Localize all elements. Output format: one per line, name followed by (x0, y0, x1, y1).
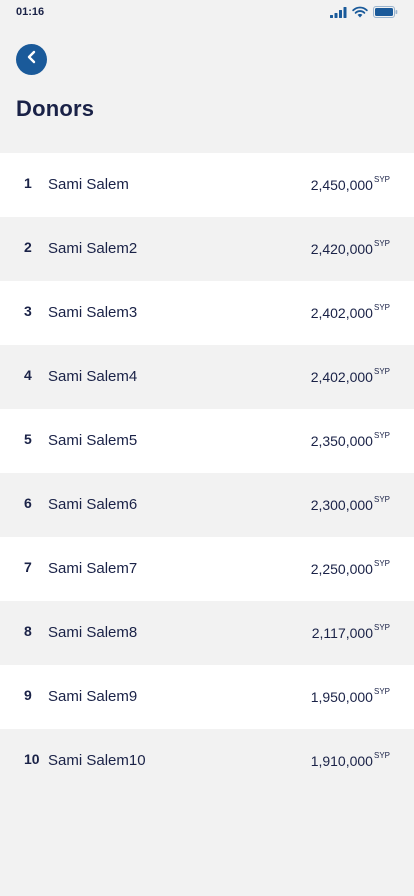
donor-rank: 4 (24, 367, 32, 383)
status-icons (330, 5, 398, 23)
donation-amount: 2,117,000 SYP (312, 623, 390, 641)
donor-row[interactable]: 5 Sami Salem5 2,350,000 SYP (0, 409, 414, 473)
currency-label: SYP (373, 623, 390, 632)
donor-name: Sami Salem6 (48, 496, 138, 513)
status-time: 01:16 (16, 6, 45, 18)
back-button[interactable] (16, 44, 47, 75)
donor-rank: 8 (24, 623, 32, 639)
currency-label: SYP (373, 495, 390, 504)
donor-name: Sami Salem7 (48, 560, 138, 577)
donor-rank: 6 (24, 495, 32, 511)
donor-row[interactable]: 7 Sami Salem7 2,250,000 SYP (0, 537, 414, 601)
donation-amount: 2,250,000 SYP (311, 559, 390, 577)
donation-amount: 2,402,000 SYP (311, 303, 390, 321)
donor-rank: 3 (24, 303, 32, 319)
donor-row[interactable]: 6 Sami Salem6 2,300,000 SYP (0, 473, 414, 537)
donor-name: Sami Salem3 (48, 304, 138, 321)
donor-rank: 5 (24, 431, 32, 447)
donation-amount: 2,350,000 SYP (311, 431, 390, 449)
donor-name: Sami Salem9 (48, 688, 138, 705)
currency-label: SYP (373, 303, 390, 312)
donor-name: Sami Salem4 (48, 368, 138, 385)
donor-name: Sami Salem2 (48, 240, 138, 257)
donor-list: 1 Sami Salem 2,450,000 SYP 2 Sami Salem2 2,420… (0, 153, 414, 793)
donation-amount: 1,910,000 SYP (311, 751, 390, 769)
chevron-left-icon (25, 50, 39, 69)
donor-row[interactable]: 10 Sami Salem10 1,910,000 SYP (0, 729, 414, 793)
amount-value: 2,420,000 (310, 241, 373, 257)
currency-label: SYP (373, 431, 390, 440)
donor-rank: 2 (24, 239, 32, 255)
donor-rank: 7 (24, 559, 32, 575)
amount-value: 2,117,000 (311, 625, 373, 641)
donation-amount: 2,300,000 SYP (311, 495, 390, 513)
donor-row[interactable]: 2 Sami Salem2 2,420,000 SYP (0, 217, 414, 281)
donor-row[interactable]: 1 Sami Salem 2,450,000 SYP (0, 153, 414, 217)
donor-rank: 10 (24, 751, 40, 767)
amount-value: 2,300,000 (310, 497, 373, 513)
donor-name: Sami Salem8 (48, 624, 138, 641)
donor-name: Sami Salem10 (48, 752, 146, 769)
amount-value: 2,402,000 (310, 305, 373, 321)
currency-label: SYP (373, 559, 390, 568)
status-bar: 01:16 (0, 0, 414, 24)
donation-amount: 2,420,000 SYP (311, 239, 390, 257)
amount-value: 2,350,000 (310, 433, 373, 449)
amount-value: 2,402,000 (310, 369, 373, 385)
battery-icon (373, 5, 398, 23)
currency-label: SYP (373, 751, 390, 760)
signal-icon (330, 5, 347, 23)
page-title: Donors (16, 96, 95, 121)
currency-label: SYP (373, 175, 390, 184)
amount-value: 2,450,000 (310, 177, 373, 193)
amount-value: 2,250,000 (310, 561, 373, 577)
donor-name: Sami Salem (48, 176, 129, 193)
donor-row[interactable]: 4 Sami Salem4 2,402,000 SYP (0, 345, 414, 409)
currency-label: SYP (373, 367, 390, 376)
currency-label: SYP (373, 687, 390, 696)
currency-label: SYP (373, 239, 390, 248)
donation-amount: 2,402,000 SYP (311, 367, 390, 385)
donor-row[interactable]: 8 Sami Salem8 2,117,000 SYP (0, 601, 414, 665)
donor-row[interactable]: 9 Sami Salem9 1,950,000 SYP (0, 665, 414, 729)
donor-row[interactable]: 3 Sami Salem3 2,402,000 SYP (0, 281, 414, 345)
donor-rank: 1 (24, 175, 32, 191)
amount-value: 1,910,000 (310, 753, 373, 769)
donation-amount: 2,450,000 SYP (311, 175, 390, 193)
wifi-icon (352, 5, 368, 23)
donation-amount: 1,950,000 SYP (311, 687, 390, 705)
donor-rank: 9 (24, 687, 32, 703)
donor-name: Sami Salem5 (48, 432, 138, 449)
amount-value: 1,950,000 (310, 689, 373, 705)
